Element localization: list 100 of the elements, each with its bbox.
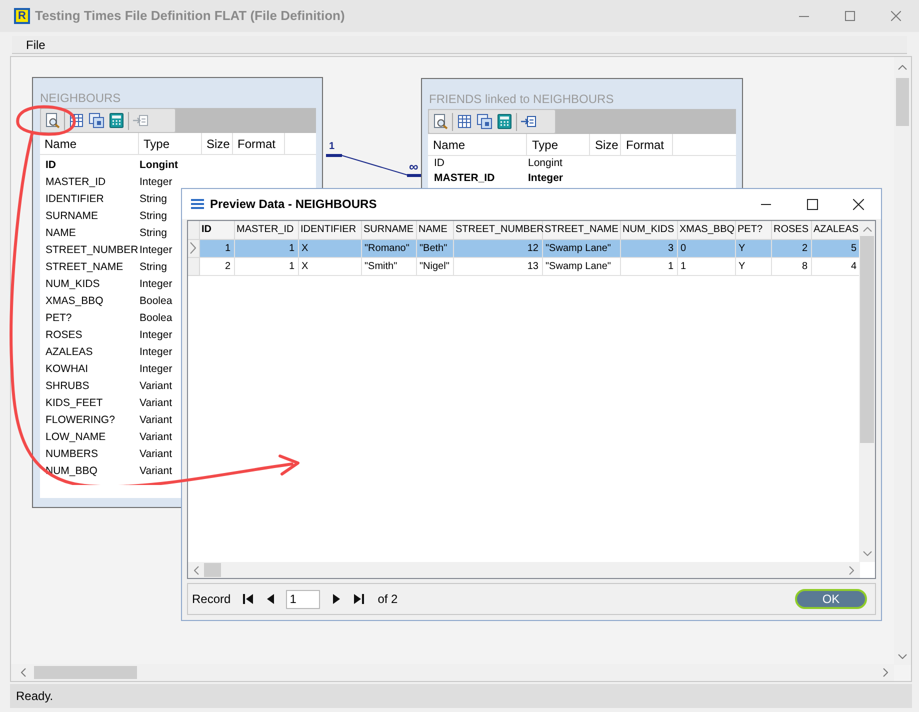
import-icon[interactable] (520, 113, 537, 130)
field-type: Integer (140, 176, 172, 189)
last-record-icon[interactable] (354, 594, 364, 604)
windows-icon[interactable] (476, 113, 493, 130)
column-header[interactable]: Name (40, 133, 138, 155)
table-cell: 0 (677, 239, 735, 257)
table-cell: "Beth" (416, 239, 453, 257)
scroll-thumb[interactable] (34, 666, 137, 679)
column-header[interactable]: AZALEAS (811, 221, 860, 239)
field-name: NUMBERS (46, 448, 100, 461)
scroll-thumb[interactable] (860, 236, 874, 443)
field-name: MASTER_ID (46, 176, 107, 189)
field-name: IDENTIFIER (46, 193, 105, 206)
table-cell: 1 (620, 257, 677, 275)
field-type: Variant (140, 431, 172, 444)
current-row-icon (190, 242, 196, 254)
table-cell: "Nigel" (416, 257, 453, 275)
column-header[interactable]: Size (202, 133, 232, 155)
scroll-down-icon[interactable] (898, 654, 907, 659)
window-title: Testing Times File Definition FLAT (File Definition) (35, 7, 345, 26)
scroll-right-icon[interactable] (849, 566, 854, 574)
field-type: Integer (140, 329, 172, 342)
scroll-down-icon[interactable] (862, 551, 872, 556)
scroll-up-icon[interactable] (898, 65, 907, 70)
menu-lines-icon (191, 199, 204, 209)
table-cell: "Swamp Lane" (542, 239, 620, 257)
table-cell: 2 (771, 239, 811, 257)
column-header[interactable]: Type (527, 134, 590, 156)
field-name: MASTER_ID (434, 172, 496, 185)
scroll-thumb[interactable] (896, 78, 909, 126)
field-name: SHRUBS (46, 380, 90, 393)
field-name: PET? (46, 312, 73, 325)
field-name: ID (46, 159, 57, 172)
column-header[interactable]: MASTER_ID (234, 221, 298, 239)
column-header[interactable]: Name (428, 134, 527, 156)
preview-icon[interactable] (44, 112, 60, 129)
record-label: Record (192, 591, 231, 608)
field-name: ROSES (46, 329, 84, 342)
column-header[interactable]: PET? (735, 221, 771, 239)
windows-icon[interactable] (88, 112, 104, 129)
table-cell: Y (735, 239, 771, 257)
table-cell: Y (735, 257, 771, 275)
field-name: SURNAME (46, 210, 100, 223)
field-type: Integer (140, 244, 172, 257)
menu-item[interactable]: File (26, 36, 46, 54)
table-cell: 13 (453, 257, 542, 275)
calculator-icon[interactable] (108, 112, 124, 129)
column-header[interactable]: Type (138, 133, 202, 155)
previous-record-icon[interactable] (266, 594, 274, 604)
field-type: Longint (528, 157, 562, 170)
field-name: LOW_NAME (46, 431, 107, 444)
field-type: Boolea (140, 312, 172, 325)
field-type: Variant (140, 380, 172, 393)
record-count: of 2 (378, 591, 398, 608)
column-header[interactable]: Format (232, 133, 284, 155)
table-cell: 1 (234, 239, 298, 257)
ok-button[interactable]: OK (795, 589, 867, 609)
column-header[interactable]: IDENTIFIER (298, 221, 361, 239)
column-header[interactable]: SURNAME (361, 221, 416, 239)
field-type: String (140, 227, 167, 240)
scroll-right-icon[interactable] (883, 668, 888, 677)
column-header[interactable]: ID (199, 221, 234, 239)
table-cell: 3 (620, 239, 677, 257)
column-header[interactable]: NAME (416, 221, 453, 239)
data-row[interactable]: 1 1 X "Romano" "Beth" 12 "Swamp Lane" 3 0 Y 2 5 (188, 239, 860, 257)
horizontal-scrollbar[interactable] (188, 562, 860, 578)
table-cell: X (298, 239, 361, 257)
cardinality-label: 1 (329, 141, 335, 153)
column-header[interactable]: Size (590, 134, 621, 156)
next-record-icon[interactable] (332, 594, 340, 604)
field-name: STREET_NAME (46, 261, 124, 274)
table-cell: 1 (234, 257, 298, 275)
status-text: Ready. (16, 688, 54, 705)
record-field[interactable]: 1 (286, 590, 320, 608)
first-record-icon[interactable] (242, 594, 253, 604)
field-name: XMAS_BBQ (46, 295, 104, 308)
scroll-thumb[interactable] (204, 563, 221, 577)
field-name: ID (434, 157, 446, 170)
entity-title: FRIENDS linked to NEIGHBOURS (429, 91, 614, 108)
scroll-up-icon[interactable] (862, 227, 872, 232)
table-cell: 1 (677, 257, 735, 275)
column-header[interactable]: NUM_KIDS (620, 221, 677, 239)
field-type: Longint (140, 159, 178, 172)
table-icon[interactable] (456, 113, 473, 130)
column-header[interactable]: XMAS_BBQ (677, 221, 735, 239)
cardinality-label: ∞ (409, 160, 418, 174)
preview-icon[interactable] (432, 113, 449, 130)
column-header[interactable]: STREET_NUMBER (453, 221, 542, 239)
calculator-icon[interactable] (496, 113, 513, 130)
column-header[interactable]: Format (621, 134, 673, 156)
scroll-left-icon[interactable] (21, 668, 26, 677)
column-header[interactable]: ROSES (771, 221, 811, 239)
field-type: String (140, 261, 167, 274)
app-logo: R (14, 8, 30, 24)
data-row[interactable]: 2 1 X "Smith" "Nigel" 13 "Swamp Lane" 1 1 Y 8 4 (188, 257, 860, 275)
column-header[interactable]: STREET_NAME (542, 221, 620, 239)
vertical-scrollbar[interactable] (859, 221, 875, 562)
entity-title: NEIGHBOURS (40, 90, 121, 107)
field-name: KIDS_FEET (46, 397, 104, 410)
scroll-left-icon[interactable] (194, 566, 199, 574)
